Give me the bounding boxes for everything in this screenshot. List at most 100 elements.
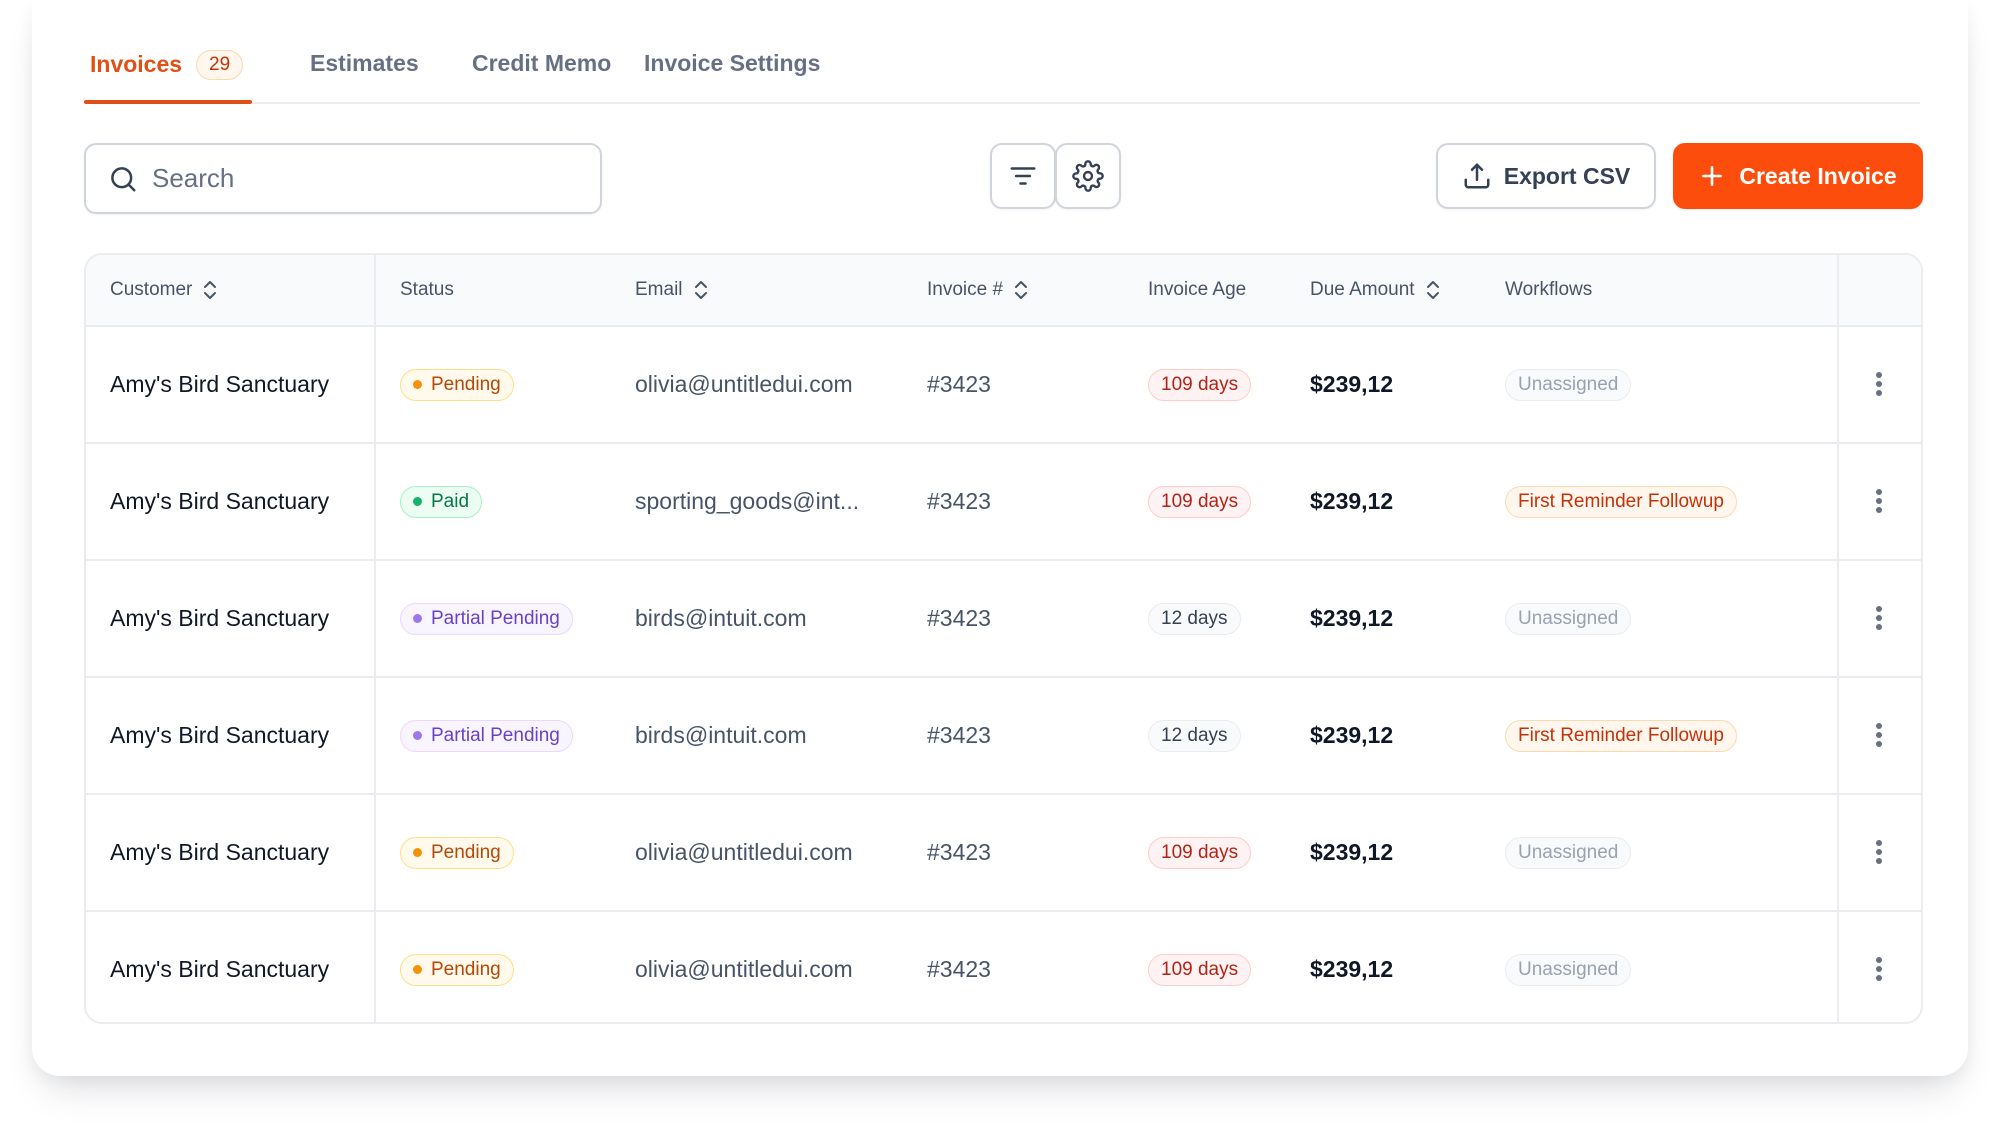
invoice-age-badge: 12 days (1148, 602, 1241, 635)
status-label: Pending (431, 373, 501, 395)
table-row[interactable]: Amy's Bird Sanctuary Partial Pending birds… (86, 561, 1921, 678)
customer-name[interactable]: Amy's Bird Sanctuary (110, 795, 329, 910)
plus-icon (1702, 166, 1723, 186)
table-row[interactable]: Amy's Bird Sanctuary Pending olivia@untitl… (86, 327, 1921, 444)
status-dot (413, 731, 422, 740)
invoice-age-cell: 109 days (1148, 327, 1252, 442)
table-row[interactable]: Amy's Bird Sanctuary Partial Pending birds… (86, 678, 1921, 795)
table-row[interactable]: Amy's Bird Sanctuary Pending olivia@untitl… (86, 795, 1921, 912)
status-dot (413, 614, 422, 623)
filter-button[interactable] (990, 143, 1056, 209)
active-tab-indicator (84, 100, 252, 104)
more-options-icon[interactable] (1859, 949, 1899, 989)
status-dot (413, 848, 422, 857)
column-header-email[interactable]: Email (635, 255, 709, 325)
more-options-icon[interactable] (1859, 832, 1899, 872)
status-label: Paid (431, 490, 470, 512)
status-badge: Pending (400, 368, 514, 401)
table-row[interactable]: Amy's Bird Sanctuary Paid sporting_goods@i… (86, 444, 1921, 561)
tab-invoices-label: Invoices (90, 51, 183, 77)
status-badge: Pending (400, 836, 514, 869)
workflow-badge[interactable]: Unassigned (1505, 368, 1632, 401)
column-header-due-amount[interactable]: Due Amount (1310, 255, 1441, 325)
invoice-number[interactable]: #3423 (927, 795, 991, 910)
due-amount: $239,12 (1310, 371, 1394, 397)
more-options-icon[interactable] (1859, 364, 1899, 404)
create-invoice-button[interactable]: Create Invoice (1673, 143, 1923, 209)
invoice-age-cell: 12 days (1148, 678, 1241, 793)
column-header-invoice-number[interactable]: Invoice # (927, 255, 1029, 325)
workflow-badge[interactable]: Unassigned (1505, 953, 1632, 986)
status-cell: Paid (400, 444, 483, 559)
workflow-badge[interactable]: First Reminder Followup (1505, 485, 1737, 518)
invoice-age-badge: 109 days (1148, 836, 1252, 869)
workflow-cell: First Reminder Followup (1505, 444, 1737, 559)
column-label: Customer (110, 279, 193, 300)
status-cell: Pending (400, 327, 514, 442)
email-address: olivia@untitledui.com (635, 956, 853, 982)
tab-bar: Invoices 29 Estimates Credit Memo Invoice… (84, 40, 1920, 104)
search-icon (111, 166, 136, 191)
more-options-icon[interactable] (1859, 481, 1899, 521)
due-amount: $239,12 (1310, 605, 1394, 631)
invoice-age-cell: 109 days (1148, 444, 1252, 559)
email-address: sporting_goods@int... (635, 488, 860, 514)
column-label: Status (400, 279, 454, 300)
column-header-workflows: Workflows (1505, 255, 1592, 325)
customer-name[interactable]: Amy's Bird Sanctuary (110, 912, 329, 1022)
invoice-age-cell: 109 days (1148, 795, 1252, 910)
table-header: Customer Status Email Invoice # Invoice … (86, 255, 1921, 327)
tab-invoices[interactable]: Invoices 29 (90, 50, 244, 80)
workflow-cell: Unassigned (1505, 327, 1632, 442)
sort-arrows-icon (1015, 281, 1028, 299)
column-label: Invoice # (927, 279, 1004, 300)
search-input[interactable] (152, 163, 572, 194)
invoices-panel: Invoices 29 Estimates Credit Memo Invoice… (32, 0, 1968, 1076)
invoice-number[interactable]: #3423 (927, 678, 991, 793)
tab-invoice-settings[interactable]: Invoice Settings (644, 50, 820, 77)
tab-estimates[interactable]: Estimates (310, 50, 419, 77)
invoice-number[interactable]: #3423 (927, 444, 991, 559)
due-amount: $239,12 (1310, 488, 1394, 514)
workflow-badge[interactable]: First Reminder Followup (1505, 719, 1737, 752)
workflow-cell: Unassigned (1505, 795, 1632, 910)
status-cell: Pending (400, 795, 514, 910)
invoice-number[interactable]: #3423 (927, 561, 991, 676)
create-invoice-label: Create Invoice (1739, 162, 1897, 189)
column-label: Workflows (1505, 279, 1593, 300)
more-options-icon[interactable] (1859, 598, 1899, 638)
column-header-customer[interactable]: Customer (110, 255, 218, 325)
status-badge: Paid (400, 485, 483, 518)
search-box[interactable] (84, 143, 602, 214)
status-label: Partial Pending (431, 607, 560, 629)
status-cell: Partial Pending (400, 678, 573, 793)
workflow-cell: First Reminder Followup (1505, 678, 1737, 793)
column-label: Due Amount (1310, 279, 1415, 300)
status-badge: Partial Pending (400, 719, 573, 752)
customer-name[interactable]: Amy's Bird Sanctuary (110, 561, 329, 676)
sort-arrows-icon (204, 281, 217, 299)
due-amount: $239,12 (1310, 839, 1394, 865)
status-cell: Pending (400, 912, 514, 1022)
invoice-count-badge: 29 (196, 50, 244, 80)
sort-arrows-icon (694, 281, 707, 299)
table-row[interactable]: Amy's Bird Sanctuary Pending olivia@untitl… (86, 912, 1921, 1022)
email-address: olivia@untitledui.com (635, 839, 853, 865)
workflow-badge[interactable]: Unassigned (1505, 602, 1632, 635)
invoice-age-badge: 12 days (1148, 719, 1241, 752)
invoice-number[interactable]: #3423 (927, 327, 991, 442)
more-options-icon[interactable] (1859, 715, 1899, 755)
tab-credit-memo[interactable]: Credit Memo (472, 50, 611, 77)
export-csv-button[interactable]: Export CSV (1436, 143, 1656, 209)
status-label: Pending (431, 841, 501, 863)
customer-name[interactable]: Amy's Bird Sanctuary (110, 444, 329, 559)
invoice-number[interactable]: #3423 (927, 912, 991, 1022)
settings-button[interactable] (1055, 143, 1121, 209)
status-cell: Partial Pending (400, 561, 573, 676)
status-badge: Pending (400, 953, 514, 986)
workflow-cell: Unassigned (1505, 912, 1632, 1022)
customer-name[interactable]: Amy's Bird Sanctuary (110, 678, 329, 793)
invoice-age-cell: 109 days (1148, 912, 1252, 1022)
workflow-badge[interactable]: Unassigned (1505, 836, 1632, 869)
customer-name[interactable]: Amy's Bird Sanctuary (110, 327, 329, 442)
